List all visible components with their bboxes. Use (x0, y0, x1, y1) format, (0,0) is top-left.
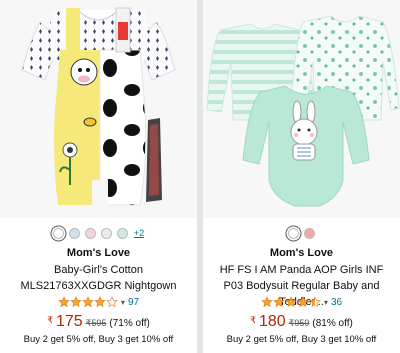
price: 175 (55, 313, 83, 330)
chevron-down-icon: ▾ (323, 297, 328, 307)
discount: (71% off) (109, 318, 150, 329)
star-icon (58, 296, 70, 308)
swatch-3[interactable] (84, 227, 96, 239)
rating-count[interactable]: 97 (128, 297, 139, 308)
product-card[interactable]: Mom's Love HF FS I AM Panda AOP Girls IN… (203, 0, 400, 353)
discount: (81% off) (312, 318, 353, 329)
mrp-value: 595 (91, 318, 107, 328)
rating[interactable]: ▾ 36 (203, 296, 400, 308)
star-icon (70, 296, 82, 308)
chevron-down-icon: ▾ (120, 297, 125, 307)
swatch-1[interactable] (288, 227, 299, 239)
star-icon (82, 296, 94, 308)
offer-text: Buy 2 get 5% off, Buy 3 get 10% off (23, 334, 174, 345)
price: 180 (258, 313, 286, 330)
swatch-2[interactable] (68, 227, 80, 239)
price-row: ₹ 180 ₹959 (81% off) (203, 313, 400, 331)
currency-symbol: ₹ (47, 315, 53, 325)
more-colors-link[interactable]: +2 (134, 228, 144, 238)
star-icon (106, 296, 118, 308)
rating[interactable]: ▾ 97 (0, 296, 197, 308)
list-price: ₹959 (289, 318, 310, 329)
mrp-value: 959 (294, 318, 310, 328)
star-icon (309, 296, 321, 308)
star-rating-icon (261, 296, 321, 308)
product-grid: +2 Mom's Love Baby-Girl's Cotton MLS2176… (0, 0, 400, 353)
offer-text: Buy 2 get 5% off, Buy 3 get 10% off (226, 334, 377, 345)
star-icon (297, 296, 309, 308)
swatch-4[interactable] (100, 227, 112, 239)
swatch-2[interactable] (304, 227, 315, 239)
swatch-5[interactable] (116, 227, 128, 239)
list-price: ₹595 (86, 318, 107, 329)
price-row: ₹ 175 ₹595 (71% off) (0, 313, 197, 331)
star-icon (261, 296, 273, 308)
currency-symbol: ₹ (250, 315, 256, 325)
swatch-1[interactable] (52, 227, 64, 239)
brand-name: Mom's Love (269, 247, 334, 259)
product-image[interactable] (0, 0, 197, 218)
color-swatches (203, 226, 400, 240)
rating-count[interactable]: 36 (331, 297, 342, 308)
product-title[interactable]: Baby-Girl's Cotton MLS21763XXGDGR Nightg… (6, 262, 191, 294)
color-swatches: +2 (0, 226, 197, 240)
star-icon (285, 296, 297, 308)
star-rating-icon (58, 296, 118, 308)
star-icon (273, 296, 285, 308)
brand-name: Mom's Love (66, 247, 131, 259)
product-card[interactable]: +2 Mom's Love Baby-Girl's Cotton MLS2176… (0, 0, 197, 353)
product-image[interactable] (203, 0, 400, 218)
star-icon (94, 296, 106, 308)
